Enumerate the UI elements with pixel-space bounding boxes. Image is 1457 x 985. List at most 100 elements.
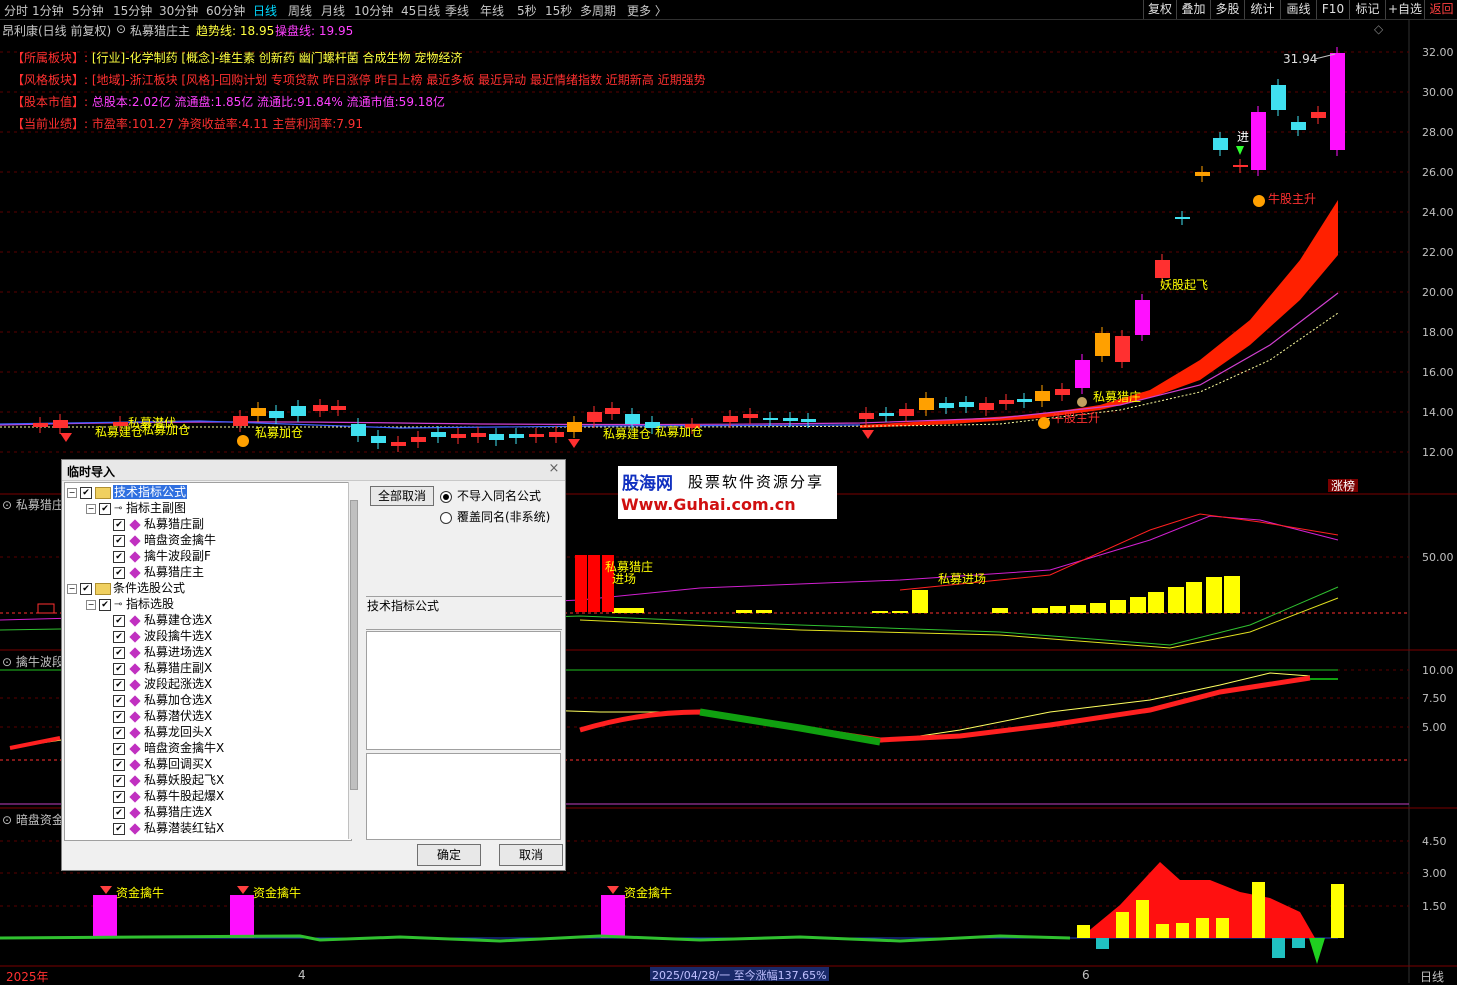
f10-button[interactable]: F10 xyxy=(1316,0,1349,19)
tree-node[interactable]: − ✔ ⊸ 指标主副图 xyxy=(86,500,186,516)
tree-node[interactable]: ✔ 私募猎庄主 xyxy=(105,564,204,580)
checkbox[interactable]: ✔ xyxy=(113,678,125,691)
checkbox[interactable]: ✔ xyxy=(113,534,125,547)
cancel-button[interactable]: 取消 xyxy=(499,844,563,866)
checkbox[interactable]: ✔ xyxy=(113,614,125,627)
checkbox[interactable]: ✔ xyxy=(113,726,125,739)
period-tab[interactable]: 5分钟 xyxy=(72,2,104,19)
checkbox[interactable]: ✔ xyxy=(113,822,125,835)
checkbox[interactable]: ✔ xyxy=(113,630,125,643)
tree-node[interactable]: ✔ 私募妖股起飞X xyxy=(105,772,224,788)
back-button[interactable]: 返回 xyxy=(1424,0,1457,19)
stats-button[interactable]: 统计 xyxy=(1244,0,1280,19)
annot-zijin: 资金擒牛 xyxy=(116,885,164,900)
ok-button[interactable]: 确定 xyxy=(417,844,481,866)
dialog-titlebar[interactable]: 临时导入 × xyxy=(62,460,565,481)
tree-node[interactable]: ✔ 私募加仓选X xyxy=(105,692,212,708)
option-no-import[interactable]: 不导入同名公式 xyxy=(440,487,541,504)
tree-node[interactable]: ✔ 私募潜装红钻X xyxy=(105,820,224,836)
period-tab[interactable]: 15秒 xyxy=(545,2,572,19)
collapse-icon[interactable]: − xyxy=(67,487,77,498)
tree-node[interactable]: − ✔ ⊸ 指标选股 xyxy=(86,596,174,612)
tree-node[interactable]: ✔ 私募回调买X xyxy=(105,756,212,772)
tree-node[interactable]: ✔ 波段擒牛选X xyxy=(105,628,212,644)
period-tab[interactable]: 月线 xyxy=(321,2,345,19)
checkbox[interactable]: ✔ xyxy=(113,566,125,579)
radio-icon[interactable] xyxy=(440,490,452,503)
description-box[interactable] xyxy=(366,753,561,840)
tree-node[interactable]: ✔ 私募潜伏选X xyxy=(105,708,212,724)
period-tab[interactable]: 10分钟 xyxy=(354,2,393,19)
collapse-icon[interactable]: − xyxy=(86,503,96,514)
period-tab[interactable]: 周线 xyxy=(288,2,312,19)
collapse-icon[interactable]: − xyxy=(86,599,96,610)
period-tab[interactable]: 60分钟 xyxy=(206,2,245,19)
checkbox[interactable]: ✔ xyxy=(113,742,125,755)
mark-button[interactable]: 标记 xyxy=(1349,0,1385,19)
tree-node[interactable]: ✔ 私募猎庄副X xyxy=(105,660,212,676)
period-tab[interactable]: 分时 xyxy=(4,2,28,19)
tree-node[interactable]: ✔ 私募龙回头X xyxy=(105,724,212,740)
checkbox[interactable]: ✔ xyxy=(80,486,92,499)
settings-diamond-icon[interactable]: ◇ xyxy=(1374,22,1383,36)
period-tab-active[interactable]: 日线 xyxy=(253,2,277,19)
pane4-bar-magenta xyxy=(93,895,117,938)
tree-node[interactable]: − ✔ 条件选股公式 xyxy=(67,580,185,596)
tree-node[interactable]: ✔ 私募建仓选X xyxy=(105,612,212,628)
overlay-button[interactable]: 叠加 xyxy=(1176,0,1210,19)
tree-scrollbar[interactable] xyxy=(348,482,359,839)
checkbox[interactable]: ✔ xyxy=(113,518,125,531)
period-tab[interactable]: 30分钟 xyxy=(159,2,198,19)
pane2-label[interactable]: ⊙ 私募猎庄 xyxy=(2,496,64,513)
checkbox[interactable]: ✔ xyxy=(113,806,125,819)
pane4-bar-yellow xyxy=(1136,900,1149,938)
period-tab[interactable]: 5秒 xyxy=(517,2,537,19)
add-watchlist-button[interactable]: +自选 xyxy=(1385,0,1424,19)
tree-node[interactable]: ✔ 私募进场选X xyxy=(105,644,212,660)
indicator-dropdown-icon[interactable]: ⊙ xyxy=(116,22,126,36)
fuquan-button[interactable]: 复权 xyxy=(1143,0,1176,19)
more-periods-menu[interactable]: 更多 〉 xyxy=(627,2,667,19)
pane3-label[interactable]: ⊙ 擒牛波段 xyxy=(2,653,64,670)
draw-line-button[interactable]: 画线 xyxy=(1280,0,1316,19)
cancel-all-button[interactable]: 全部取消 xyxy=(370,486,434,506)
pane4-bar-magenta xyxy=(601,895,625,938)
checkbox[interactable]: ✔ xyxy=(113,790,125,803)
tree-node[interactable]: − ✔ 技术指标公式 xyxy=(67,484,188,500)
option-overwrite[interactable]: 覆盖同名(非系统) xyxy=(440,508,550,525)
period-tab[interactable]: 15分钟 xyxy=(113,2,152,19)
checkbox[interactable]: ✔ xyxy=(113,710,125,723)
period-tab[interactable]: 季线 xyxy=(445,2,469,19)
multi-stock-button[interactable]: 多股 xyxy=(1210,0,1244,19)
checkbox[interactable]: ✔ xyxy=(80,582,92,595)
period-tab[interactable]: 多周期 xyxy=(580,2,616,19)
checkbox[interactable]: ✔ xyxy=(99,502,111,515)
pane4-label[interactable]: ⊙ 暗盘资金 xyxy=(2,811,64,828)
watermark-logo: 股海网 股票软件资源分享 Www.Guhai.com.cn xyxy=(618,466,837,519)
tree-node[interactable]: ✔ 私募牛股起爆X xyxy=(105,788,224,804)
checkbox[interactable]: ✔ xyxy=(99,598,111,611)
checkbox[interactable]: ✔ xyxy=(113,550,125,563)
checkbox[interactable]: ✔ xyxy=(113,758,125,771)
period-tab[interactable]: 年线 xyxy=(480,2,504,19)
formula-icon xyxy=(129,822,141,835)
tree-node[interactable]: ✔ 暗盘资金擒牛X xyxy=(105,740,224,756)
formula-tree[interactable]: − ✔ 技术指标公式 − ✔ ⊸ 指标主副图 ✔ 私募猎庄副 ✔ 暗盘资金擒牛 ✔ 擒牛波段副F ✔ 私募猎… xyxy=(64,482,352,841)
checkbox[interactable]: ✔ xyxy=(113,694,125,707)
tree-node[interactable]: ✔ 私募猎庄副 xyxy=(105,516,204,532)
formula-icon xyxy=(129,662,141,675)
checkbox[interactable]: ✔ xyxy=(113,662,125,675)
close-icon[interactable]: × xyxy=(547,462,561,476)
checkbox[interactable]: ✔ xyxy=(113,646,125,659)
tree-node[interactable]: ✔ 暗盘资金擒牛 xyxy=(105,532,216,548)
period-tab[interactable]: 45日线 xyxy=(401,2,440,19)
collapse-icon[interactable]: − xyxy=(67,583,77,594)
period-tab[interactable]: 1分钟 xyxy=(32,2,64,19)
preview-box[interactable] xyxy=(366,631,561,750)
tree-node[interactable]: ✔ 擒牛波段副F xyxy=(105,548,211,564)
tree-node[interactable]: ✔ 私募猎庄选X xyxy=(105,804,212,820)
tree-node[interactable]: ✔ 波段起涨选X xyxy=(105,676,212,692)
checkbox[interactable]: ✔ xyxy=(113,774,125,787)
radio-icon[interactable] xyxy=(440,511,452,524)
scrollbar-thumb[interactable] xyxy=(350,500,358,790)
